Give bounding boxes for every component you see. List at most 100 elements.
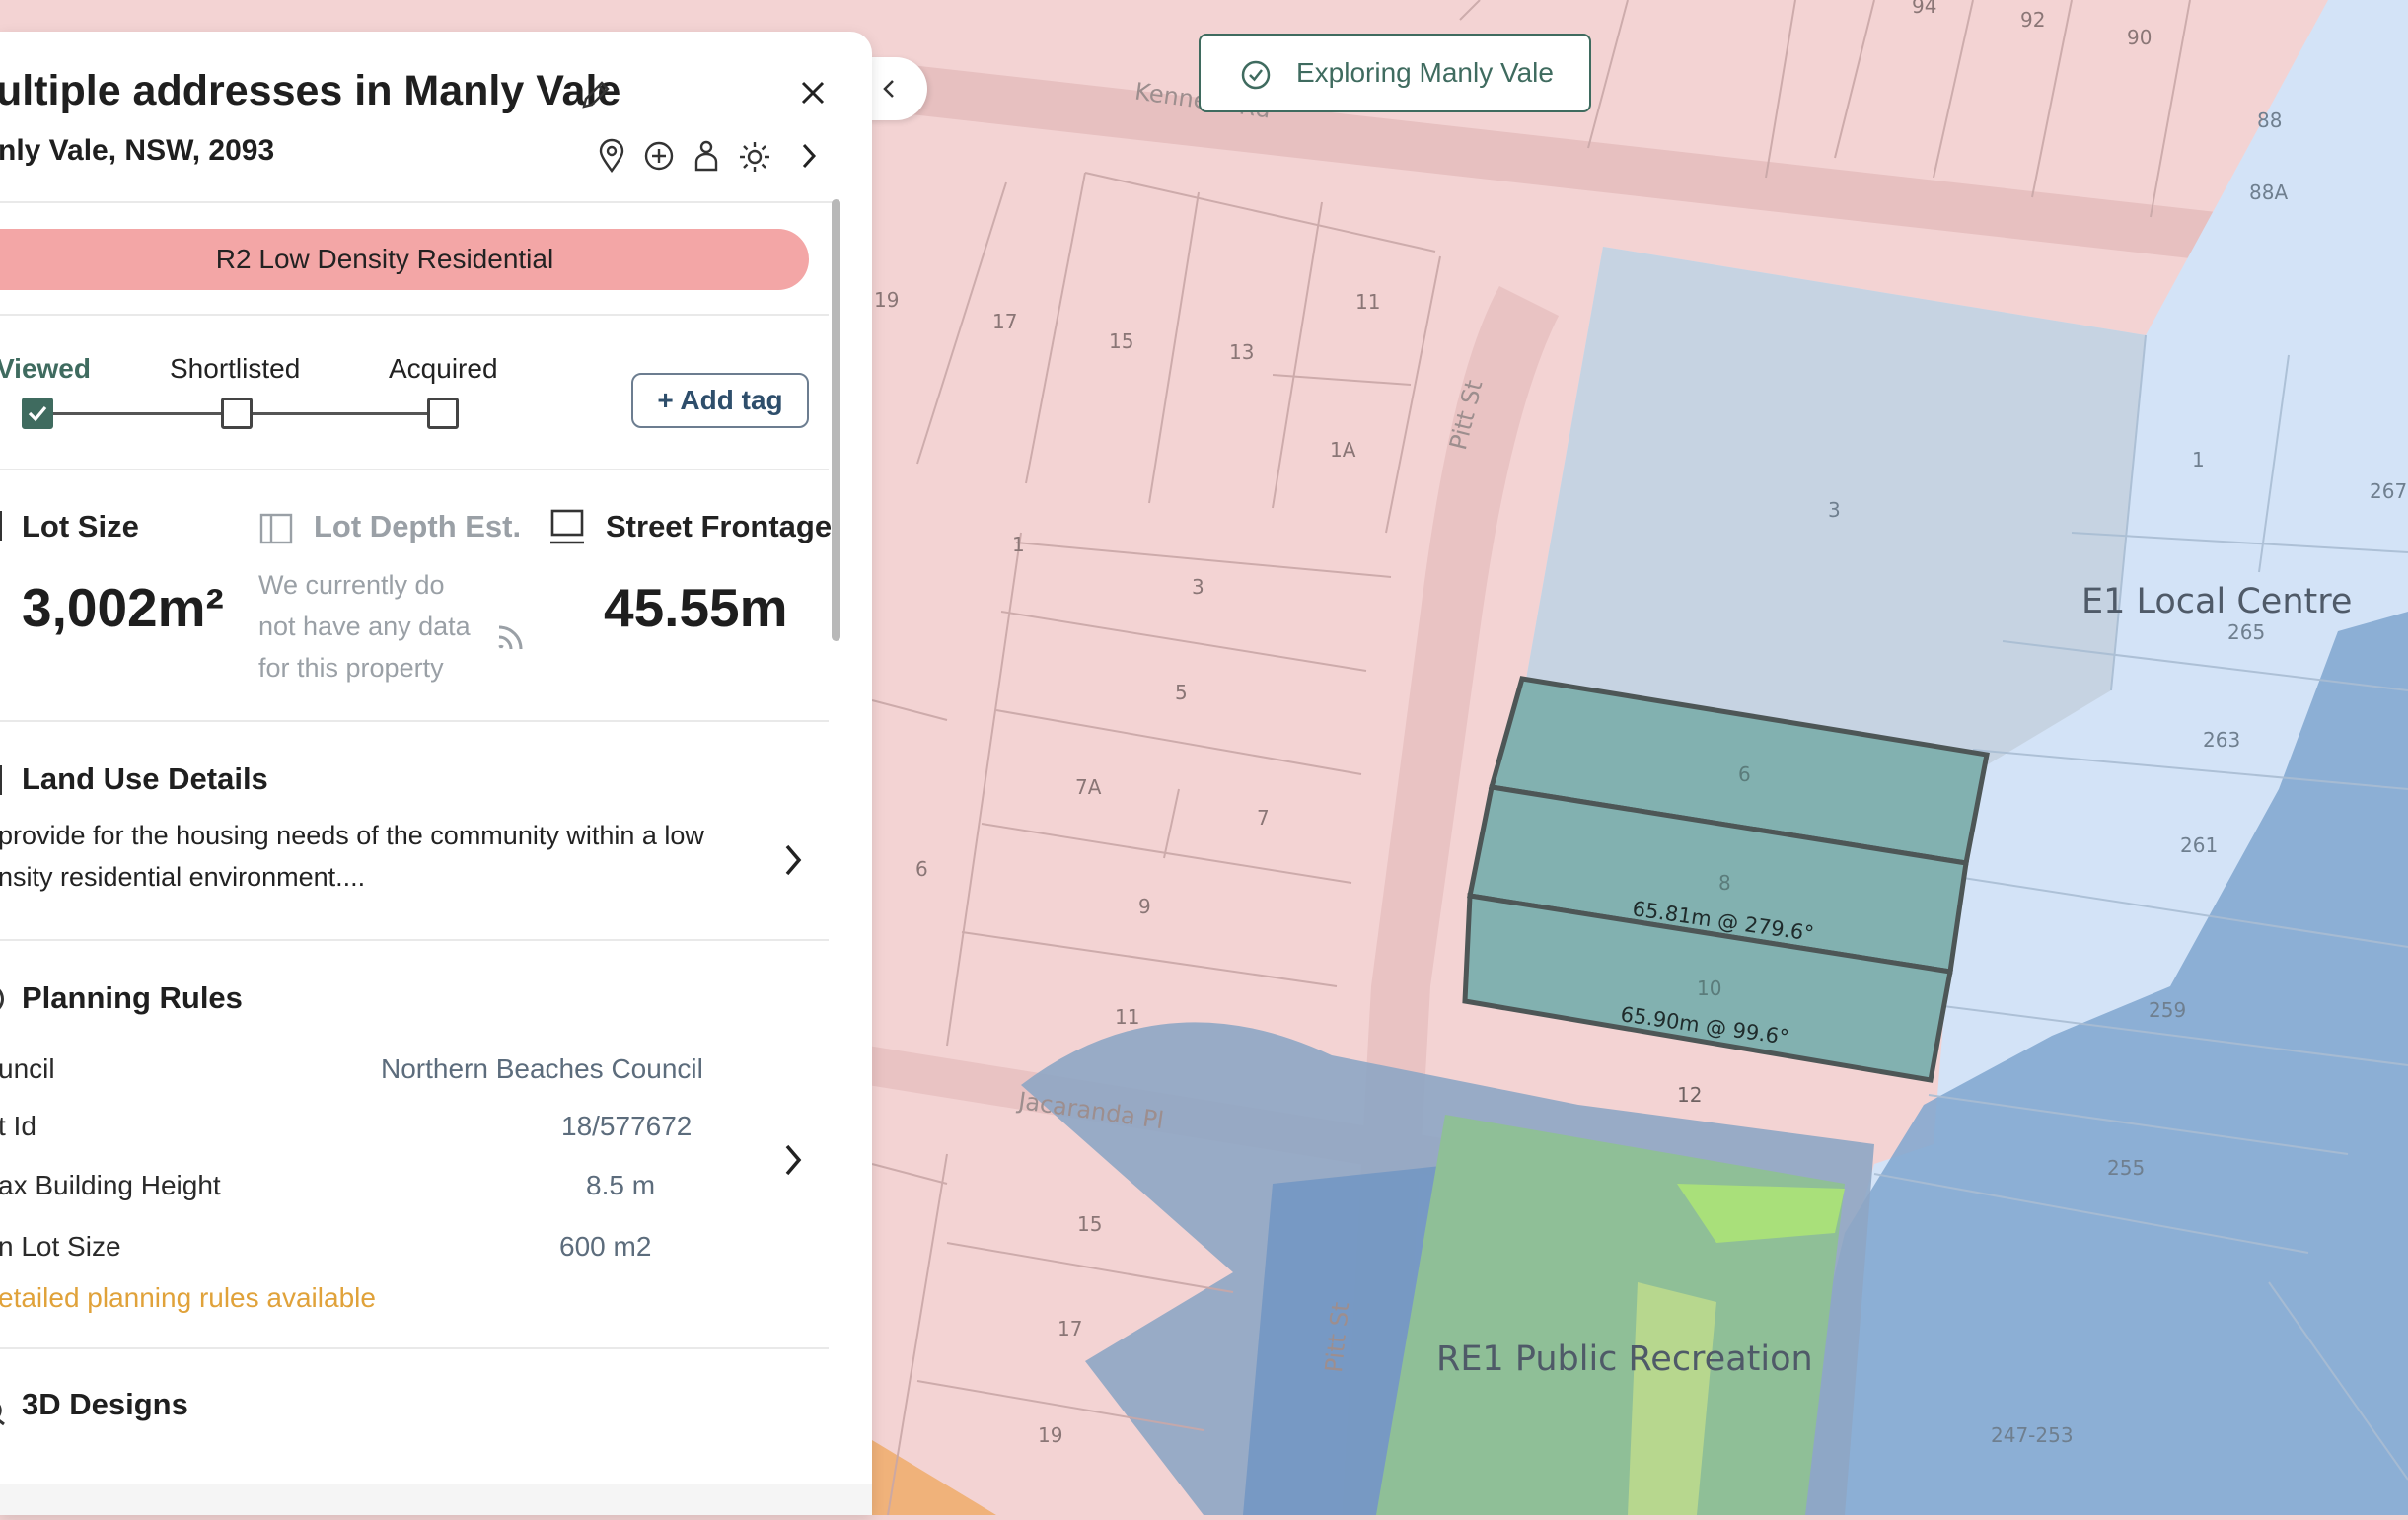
zone-pill: R2 Low Density Residential: [0, 229, 809, 290]
rule-label-lot-id: t Id: [0, 1111, 36, 1141]
lot-label: 247-253: [1991, 1423, 2074, 1447]
street-frontage-icon: [550, 509, 584, 544]
lot-label: 263: [2203, 728, 2241, 752]
lot-label: 9: [1138, 895, 1151, 918]
land-use-heading: Land Use Details: [22, 761, 268, 796]
lot-depth-note: not have any data: [258, 612, 471, 641]
lot-label: 3: [1192, 575, 1204, 599]
lot-depth-note: We currently do: [258, 570, 445, 600]
lot-label: 10: [1697, 977, 1722, 1000]
tag-step-acquired-label: Acquired: [389, 353, 498, 384]
close-icon[interactable]: [795, 75, 831, 110]
chevron-right-icon[interactable]: [779, 840, 807, 880]
lot-label: 1: [2192, 448, 2205, 471]
rule-label-max-height: ax Building Height: [0, 1170, 221, 1200]
planning-more-link[interactable]: etailed planning rules available: [0, 1282, 376, 1314]
exploring-text: Exploring Manly Vale: [1296, 57, 1554, 88]
rule-value-min-lot-size: 600 m2: [559, 1231, 652, 1262]
tag-progress-line: [53, 412, 221, 415]
lot-label: 88A: [2249, 181, 2289, 204]
map-pin-icon[interactable]: [596, 138, 627, 174]
property-panel: ultiple addresses in Manly Vale nly Vale…: [0, 32, 872, 1515]
land-use-text: provide for the housing needs of the com…: [0, 821, 704, 850]
add-tag-button[interactable]: + Add tag: [631, 373, 809, 428]
street-frontage-value: 45.55m: [604, 577, 788, 638]
land-use-icon: [0, 765, 2, 795]
lot-size-value: 3,002m²: [22, 577, 224, 638]
lot-label: 88: [2257, 109, 2283, 132]
lot-label: 1: [1012, 533, 1025, 556]
divider: [0, 469, 829, 470]
tag-step-shortlisted-label: Shortlisted: [170, 353, 301, 384]
lot-label: 94: [1912, 0, 1937, 18]
lot-label: 8: [1718, 871, 1731, 895]
lot-size-label: Lot Size: [22, 509, 139, 543]
lot-label: 265: [2227, 620, 2266, 644]
lot-depth-note: for this property: [258, 653, 444, 683]
lot-size-icon: [0, 511, 2, 541]
zone-label-recreation: RE1 Public Recreation: [1436, 1339, 1813, 1379]
divider: [0, 201, 840, 203]
lot-label: 7: [1257, 806, 1270, 830]
lot-label: 19: [874, 288, 900, 312]
panel-footer: [0, 1484, 872, 1515]
chevron-left-icon: [883, 80, 894, 98]
designs-heading: 3D Designs: [22, 1387, 188, 1421]
person-icon[interactable]: [691, 138, 722, 174]
add-circle-icon[interactable]: [643, 140, 675, 172]
chevron-right-icon[interactable]: [779, 1140, 807, 1180]
tag-checkbox-acquired[interactable]: [427, 398, 459, 429]
tag-checkbox-shortlisted[interactable]: [221, 398, 253, 429]
rule-value-max-height: 8.5 m: [586, 1170, 656, 1200]
signal-icon: [498, 625, 523, 650]
lot-label: 13: [1229, 340, 1255, 364]
check-circle-icon: [1241, 60, 1271, 90]
lot-label: 5: [1175, 681, 1188, 704]
lot-label: 15: [1109, 329, 1134, 353]
lot-label: 259: [2149, 998, 2187, 1022]
edit-pencil-icon[interactable]: [578, 77, 614, 112]
lot-depth-icon: [259, 513, 293, 544]
lot-label: 11: [1355, 290, 1381, 314]
tag-progress-line: [253, 412, 430, 415]
lot-label: 6: [915, 857, 928, 881]
zone-label-local-centre: E1 Local Centre: [2081, 582, 2353, 621]
lot-label: 90: [2127, 26, 2153, 49]
address-subtitle: nly Vale, NSW, 2093: [0, 134, 275, 167]
lot-label: 15: [1077, 1212, 1103, 1236]
lot-label: 11: [1115, 1005, 1140, 1029]
sun-icon[interactable]: [738, 140, 771, 174]
lot-label: 17: [1058, 1317, 1083, 1340]
lot-label: 92: [2020, 8, 2046, 32]
rule-value-council: Northern Beaches Council: [381, 1053, 703, 1084]
page-title: ultiple addresses in Manly Vale: [0, 67, 621, 114]
divider: [0, 939, 829, 941]
rule-value-lot-id: 18/577672: [561, 1111, 693, 1141]
tag-checkbox-viewed[interactable]: [22, 398, 53, 429]
lot-label: 1A: [1330, 438, 1356, 462]
chevron-right-icon[interactable]: [795, 140, 823, 172]
lot-label: 3: [1828, 498, 1841, 522]
exploring-badge: Exploring Manly Vale: [1199, 34, 1591, 112]
scrollbar[interactable]: [832, 199, 840, 641]
checkmark-icon: [28, 405, 47, 422]
rule-label-min-lot-size: n Lot Size: [0, 1231, 121, 1262]
lot-label: 19: [1038, 1423, 1063, 1447]
divider: [0, 720, 829, 722]
lot-depth-label: Lot Depth Est.: [314, 509, 522, 543]
planning-heading: Planning Rules: [22, 980, 243, 1015]
rule-label-council: uncil: [0, 1053, 55, 1084]
land-use-text: nsity residential environment....: [0, 862, 366, 892]
tag-step-viewed-label: Viewed: [0, 353, 91, 384]
street-frontage-label: Street Frontage: [606, 509, 833, 543]
magnifier-icon: [0, 1404, 5, 1426]
lot-label: 17: [992, 310, 1018, 333]
lot-label: 261: [2180, 833, 2219, 857]
lot-label: 12: [1677, 1083, 1703, 1107]
planning-icon: [0, 984, 4, 1014]
lot-label: 7A: [1075, 775, 1102, 799]
divider: [0, 314, 829, 316]
lot-label: 267: [2370, 479, 2408, 503]
divider: [0, 1347, 829, 1349]
lot-label: 6: [1738, 762, 1751, 786]
